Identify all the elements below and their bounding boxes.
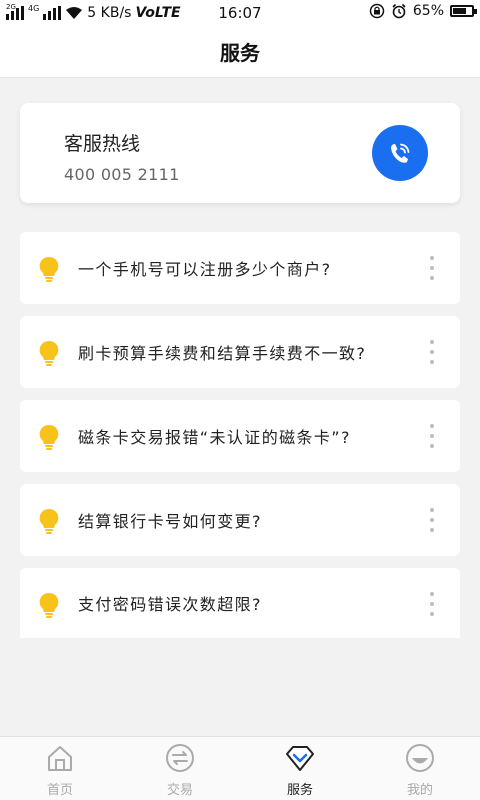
faq-question: 刷卡预算手续费和结算手续费不一致?: [78, 344, 367, 363]
tab-mine[interactable]: 我的: [360, 737, 480, 800]
faq-question: 结算银行卡号如何变更?: [78, 512, 262, 531]
faq-item[interactable]: 支付密码错误次数超限?: [20, 568, 460, 638]
phone-icon: [391, 143, 410, 163]
user-face-icon: [406, 744, 434, 772]
more-vertical-icon[interactable]: [428, 256, 436, 280]
hotline-card: 客服热线 400 005 2111: [20, 103, 460, 203]
faq-item[interactable]: 一个手机号可以注册多少个商户?: [20, 232, 460, 304]
tab-mine-label: 我的: [406, 783, 433, 798]
battery-icon: [450, 5, 477, 17]
faq-question: 一个手机号可以注册多少个商户?: [78, 260, 332, 279]
bottom-nav: 首页 交易 服务 我的: [0, 736, 480, 800]
lightbulb-icon: [39, 508, 59, 534]
hotline-title: 客服热线: [64, 133, 141, 155]
battery-percent: 65%: [412, 3, 444, 19]
page-title: 服务: [220, 41, 260, 65]
home-icon: [48, 746, 72, 771]
faq-item[interactable]: 磁条卡交易报错“未认证的磁条卡”?: [20, 400, 460, 472]
lightbulb-icon: [39, 592, 59, 618]
lightbulb-icon: [39, 340, 59, 366]
lightbulb-icon: [39, 256, 59, 282]
rotation-lock-icon: [369, 3, 385, 19]
more-vertical-icon[interactable]: [428, 508, 436, 532]
call-button[interactable]: [372, 125, 428, 181]
tab-trade-label: 交易: [166, 783, 193, 798]
more-vertical-icon[interactable]: [428, 424, 436, 448]
tab-service[interactable]: 服务: [240, 737, 360, 800]
tab-service-label: 服务: [286, 783, 313, 798]
page-header: 服务: [0, 26, 480, 78]
more-vertical-icon[interactable]: [428, 340, 436, 364]
lightbulb-icon: [39, 424, 59, 450]
faq-item[interactable]: 刷卡预算手续费和结算手续费不一致?: [20, 316, 460, 388]
status-bar: 2G 4G 5 KB/s VoLTE 16:07 65%: [0, 0, 480, 26]
hotline-number: 400 005 2111: [64, 165, 180, 184]
faq-question: 支付密码错误次数超限?: [78, 595, 262, 614]
tab-home-label: 首页: [46, 783, 73, 798]
faq-question: 磁条卡交易报错“未认证的磁条卡”?: [78, 428, 351, 447]
alarm-icon: [392, 3, 406, 19]
diamond-icon: [286, 746, 314, 771]
tab-home[interactable]: 首页: [0, 737, 120, 800]
faq-item[interactable]: 结算银行卡号如何变更?: [20, 484, 460, 556]
tab-trade[interactable]: 交易: [120, 737, 240, 800]
faq-list: 一个手机号可以注册多少个商户? 刷卡预算手续费和结算手续费不一致? 磁条卡交易报…: [20, 232, 460, 650]
more-vertical-icon[interactable]: [428, 592, 436, 616]
status-right: 65%: [369, 3, 477, 19]
exchange-icon: [166, 744, 194, 772]
